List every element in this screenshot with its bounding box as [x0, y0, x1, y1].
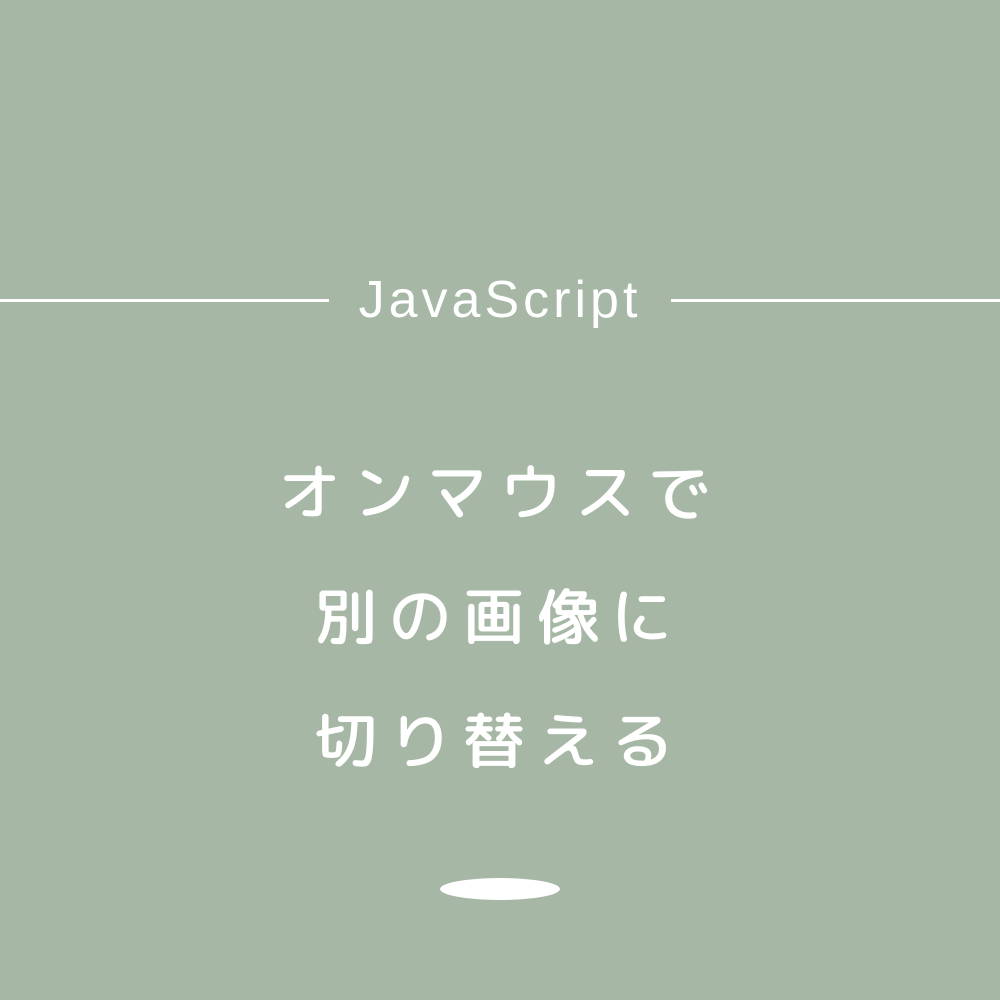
category-row: JavaScript [0, 270, 1000, 330]
divider-line-left [0, 299, 329, 302]
title-block: オンマウスで 別の画像に 切り替える [0, 430, 1000, 802]
title-line-2: 別の画像に [0, 554, 1000, 678]
title-line-1: オンマウスで [0, 430, 1000, 554]
title-line-3: 切り替える [0, 678, 1000, 802]
divider-line-right [671, 299, 1000, 302]
category-label: JavaScript [359, 270, 642, 330]
ellipse-icon [440, 878, 560, 900]
